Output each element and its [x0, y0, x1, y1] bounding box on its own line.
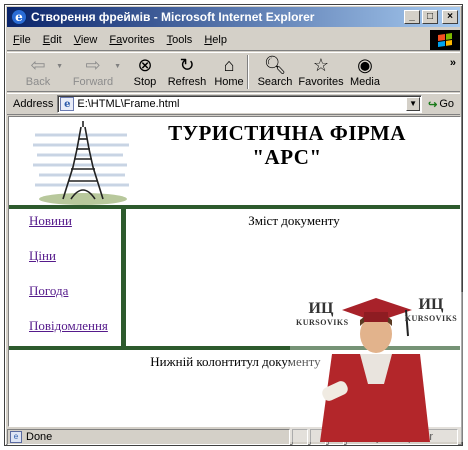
menu-help[interactable]: Help — [198, 34, 233, 46]
maximize-button[interactable]: □ — [422, 10, 438, 24]
nav-link-prices[interactable]: Ціни — [29, 248, 56, 264]
menu-favorites[interactable]: Favorites — [103, 34, 160, 46]
internet-explorer-icon: e — [11, 9, 27, 25]
search-icon: 🔍︎ — [263, 55, 287, 75]
page-icon: e — [60, 97, 75, 111]
go-arrow-icon: ↪ — [428, 98, 438, 111]
refresh-button[interactable]: ↻ Refresh — [167, 53, 207, 88]
menu-view[interactable]: View — [68, 34, 104, 46]
menu-bar: File Edit View Favorites Tools Help — [7, 29, 460, 51]
back-dropdown-icon[interactable]: ▼ — [56, 63, 63, 70]
address-input[interactable]: e E:\HTML\Frame.html ▼ — [57, 95, 423, 113]
media-icon: ◉ — [357, 55, 373, 75]
status-cell — [310, 429, 326, 445]
windows-logo-icon — [430, 29, 460, 50]
page-content: ТУРИСТИЧНА ФІРМА "АРС" Новини Ціни Погод… — [8, 116, 461, 427]
stop-icon: ⊗ — [137, 55, 153, 75]
title-bar[interactable]: e Створення фреймів - Microsoft Internet… — [7, 7, 460, 27]
footer-text: Нижній колонтитул документу — [150, 354, 321, 369]
home-icon: ⌂ — [223, 55, 235, 75]
home-button[interactable]: ⌂ Home — [213, 53, 245, 88]
security-zone: My Computer — [346, 429, 458, 445]
status-bar: e Done My Computer — [7, 429, 460, 445]
main-frame: Зміст документу — [126, 209, 460, 346]
toolbar-separator — [247, 55, 249, 89]
status-text: Done — [26, 431, 53, 443]
navigation-frame: Новини Ціни Погода Повідомлення — [9, 209, 121, 346]
menu-edit[interactable]: Edit — [37, 34, 68, 46]
back-arrow-icon: ⇦ — [30, 55, 46, 75]
favorites-button[interactable]: ☆ Favorites — [298, 53, 343, 88]
go-button[interactable]: ↪ Go — [422, 98, 460, 111]
zone-text: My Computer — [367, 431, 434, 443]
status-cell — [328, 429, 344, 445]
address-value[interactable]: E:\HTML\Frame.html — [77, 98, 406, 110]
main-content-text: Зміст документу — [248, 213, 340, 228]
menu-tools[interactable]: Tools — [161, 34, 199, 46]
media-button[interactable]: ◉ Media — [349, 53, 381, 88]
header-frame: ТУРИСТИЧНА ФІРМА "АРС" — [9, 117, 460, 205]
address-dropdown-icon[interactable]: ▼ — [406, 97, 421, 111]
browser-window: e Створення фреймів - Microsoft Internet… — [4, 4, 463, 446]
favorites-star-icon: ☆ — [312, 55, 330, 75]
close-button[interactable]: × — [442, 10, 458, 24]
stop-button[interactable]: ⊗ Stop — [131, 53, 159, 88]
status-cell — [292, 429, 308, 445]
search-button[interactable]: 🔍︎ Search — [257, 53, 293, 88]
toolbar-overflow-chevron[interactable]: » — [450, 57, 456, 69]
forward-button[interactable]: ⇨ Forward ▼ — [73, 53, 121, 88]
address-label: Address — [13, 98, 54, 110]
nav-link-weather[interactable]: Погода — [29, 283, 68, 299]
standard-toolbar: ⇦ Back ▼ ⇨ Forward ▼ ⊗ Stop ↻ Refresh ⌂ … — [7, 52, 460, 92]
page-done-icon: e — [10, 431, 22, 443]
window-title: Створення фреймів - Microsoft Internet E… — [31, 10, 315, 24]
minimize-button[interactable]: _ — [404, 10, 420, 24]
footer-frame: Нижній колонтитул документу — [9, 350, 460, 426]
site-title: ТУРИСТИЧНА ФІРМА "АРС" — [168, 121, 406, 169]
nav-link-messages[interactable]: Повідомлення — [29, 318, 108, 334]
menu-file[interactable]: File — [7, 34, 37, 46]
nav-link-news[interactable]: Новини — [29, 213, 72, 229]
address-bar: Address e E:\HTML\Frame.html ▼ ↪ Go — [7, 93, 460, 115]
refresh-icon: ↻ — [179, 55, 195, 75]
eiffel-tower-image — [33, 121, 129, 205]
forward-arrow-icon: ⇨ — [85, 55, 101, 75]
back-button[interactable]: ⇦ Back ▼ — [21, 53, 63, 88]
status-main: e Done — [7, 429, 290, 445]
forward-dropdown-icon[interactable]: ▼ — [114, 63, 121, 70]
computer-icon — [351, 432, 363, 442]
